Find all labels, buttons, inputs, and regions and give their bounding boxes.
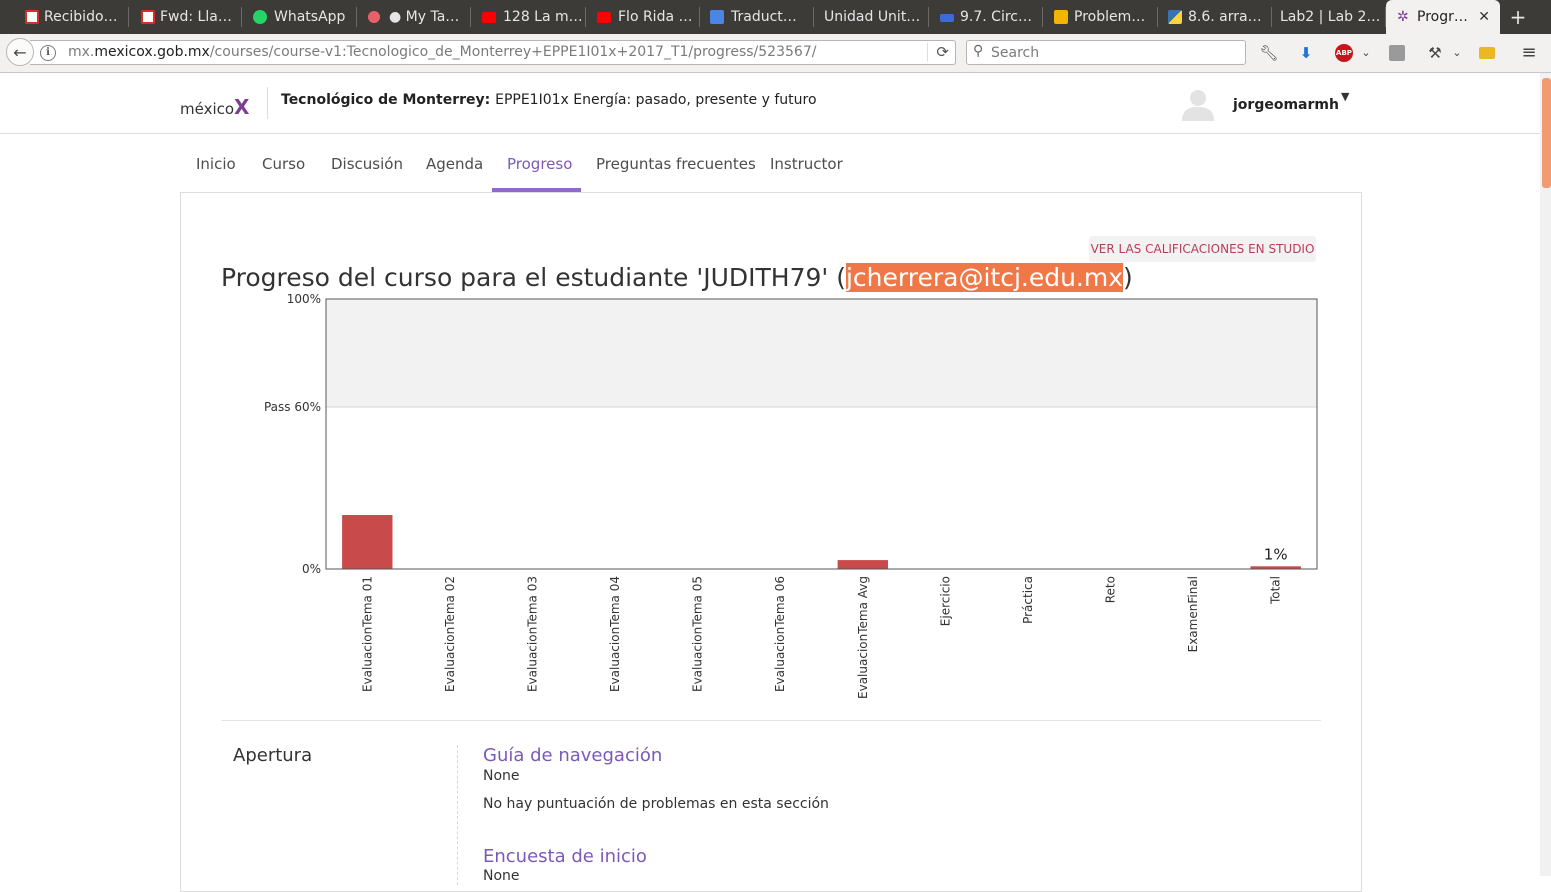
wrench-icon[interactable]: 🔧︎ [1259, 43, 1279, 63]
browser-tab[interactable]: Flo Rida … [571, 0, 700, 34]
search-placeholder: Search [991, 45, 1040, 61]
new-tab-button[interactable]: + [1508, 0, 1528, 34]
tab-agenda[interactable]: Agenda [426, 155, 483, 173]
browser-tab-label: 9.7. Circ… [960, 9, 1032, 25]
browser-tab-label: Unidad Unit… [824, 9, 921, 25]
url-bar[interactable]: i mx.mexicox.gob.mx/courses/course-v1:Te… [30, 40, 956, 65]
url-text[interactable]: mx.mexicox.gob.mx/courses/course-v1:Tecn… [68, 44, 816, 60]
chapter-title: Apertura [233, 745, 313, 766]
back-arrow-icon: ← [13, 43, 27, 62]
user-avatar-icon[interactable] [1182, 87, 1214, 121]
browser-tab[interactable]: Recibido… [0, 0, 129, 34]
site-header: méxicoX Tecnológico de Monterrey: EPPE1I… [0, 73, 1540, 134]
course-org: Tecnológico de Monterrey: [281, 92, 491, 108]
browser-tab[interactable]: WhatsApp [227, 0, 357, 34]
browser-tab[interactable]: Problem… [1028, 0, 1158, 34]
gmail-icon [141, 10, 155, 24]
browser-tab[interactable]: ● My Ta… [342, 0, 471, 34]
section-note: No hay puntuación de problemas en esta s… [483, 796, 829, 812]
page-scrollbar[interactable] [1540, 73, 1551, 876]
tab-discusion[interactable]: Discusión [331, 155, 403, 173]
progress-title-suffix: ) [1123, 263, 1133, 292]
browser-tab[interactable]: Unidad Unit… [799, 0, 929, 34]
youtube-icon [482, 12, 496, 23]
reload-icon[interactable]: ⟳ [927, 43, 949, 61]
browser-tab-label: Lab2 | Lab 2… [1280, 9, 1381, 25]
section-divider [221, 720, 1321, 721]
browser-tab-label: Flo Rida … [618, 9, 693, 25]
user-menu-caret-icon[interactable]: ▼ [1341, 90, 1349, 103]
browser-tab-label: Recibido… [44, 9, 118, 25]
browser-tab[interactable]: Lab2 | Lab 2… [1257, 0, 1386, 34]
browser-tab[interactable]: 9.7. Circ… [914, 0, 1043, 34]
browser-navigation-bar: i mx.mexicox.gob.mx/courses/course-v1:Te… [0, 34, 1551, 73]
header-divider [267, 87, 268, 119]
tab-preguntas-frecuentes[interactable]: Preguntas frecuentes [596, 155, 756, 173]
tab-inicio[interactable]: Inicio [196, 155, 236, 173]
back-button[interactable]: ← [6, 38, 34, 66]
browser-tab-label: Fwd: Lla… [160, 9, 232, 25]
asana-icon [368, 11, 380, 23]
browser-tab-label: 8.6. arra… [1188, 9, 1262, 25]
logo-x-mark: X [234, 95, 250, 119]
browser-tab-strip: Recibido… Fwd: Lla… WhatsApp ● My Ta… 12… [0, 0, 1551, 34]
reader-icon[interactable] [1389, 45, 1405, 61]
section-score: None [483, 768, 520, 784]
username[interactable]: jorgeomarmh [1233, 97, 1339, 113]
section-link-encuesta-de-inicio[interactable]: Encuesta de inicio [483, 846, 647, 867]
browser-tab[interactable]: 8.6. arra… [1143, 0, 1272, 34]
section-link-guia-de-navegacion[interactable]: Guía de navegación [483, 745, 662, 766]
chevron-down-icon[interactable]: ⌄ [1450, 43, 1464, 63]
bookmark-icon[interactable] [1479, 47, 1495, 59]
browser-tab-label: Traduct… [731, 9, 797, 25]
chapter-rule [457, 745, 458, 885]
adblock-icon[interactable]: ABP [1335, 44, 1353, 62]
google-translate-icon [710, 10, 724, 24]
download-icon[interactable]: ⬇ [1296, 43, 1316, 63]
whatsapp-icon [253, 10, 267, 24]
slides-icon [1054, 10, 1068, 24]
content-panel [180, 192, 1362, 892]
gmail-icon [25, 10, 39, 24]
tools-icon[interactable]: ⚒ [1425, 43, 1445, 63]
tab-progreso[interactable]: Progreso [507, 155, 572, 173]
browser-tab[interactable]: 128 La m… [456, 0, 586, 34]
section-score: None [483, 868, 520, 884]
youtube-icon [597, 12, 611, 23]
url-path: /courses/course-v1:Tecnologico_de_Monter… [209, 44, 817, 60]
progress-title: Progreso del curso para el estudiante 'J… [221, 263, 1133, 292]
mexicox-icon: ✲ [1397, 9, 1409, 25]
student-email: jcherrera@itcj.edu.mx [845, 263, 1124, 292]
browser-tab-active[interactable]: ✲ Progr… ✕ [1386, 0, 1500, 34]
course-name: EPPE1I01x Energía: pasado, presente y fu… [495, 92, 817, 108]
chevron-down-icon[interactable]: ⌄ [1359, 43, 1373, 63]
python-icon [1168, 10, 1182, 24]
page-scrollbar-thumb[interactable] [1542, 78, 1551, 188]
browser-tab-label: WhatsApp [274, 9, 346, 25]
close-tab-icon[interactable]: ✕ [1478, 0, 1490, 34]
course-title: Tecnológico de Monterrey: EPPE1I01x Ener… [281, 92, 817, 108]
edx-icon [940, 14, 954, 22]
browser-tab[interactable]: Traduct… [685, 0, 814, 34]
view-grades-in-studio-button[interactable]: VER LAS CALIFICACIONES EN STUDIO [1089, 236, 1316, 262]
url-domain: mexicox.gob.mx [94, 44, 210, 60]
menu-icon[interactable]: ≡ [1519, 43, 1539, 63]
search-input[interactable]: ⚲ Search [966, 40, 1246, 65]
browser-tab-label: Progr… [1417, 9, 1468, 25]
info-icon[interactable]: i [40, 45, 56, 61]
browser-tab[interactable]: Fwd: Lla… [113, 0, 242, 34]
browser-tab-label: ● My Ta… [389, 9, 460, 25]
search-icon: ⚲ [973, 43, 984, 59]
progress-title-prefix: Progreso del curso para el estudiante 'J… [221, 263, 846, 292]
mexicox-logo[interactable]: méxicoX [180, 95, 249, 119]
tab-curso[interactable]: Curso [262, 155, 305, 173]
browser-tab-label: Problem… [1074, 9, 1146, 25]
tab-instructor[interactable]: Instructor [770, 155, 843, 173]
